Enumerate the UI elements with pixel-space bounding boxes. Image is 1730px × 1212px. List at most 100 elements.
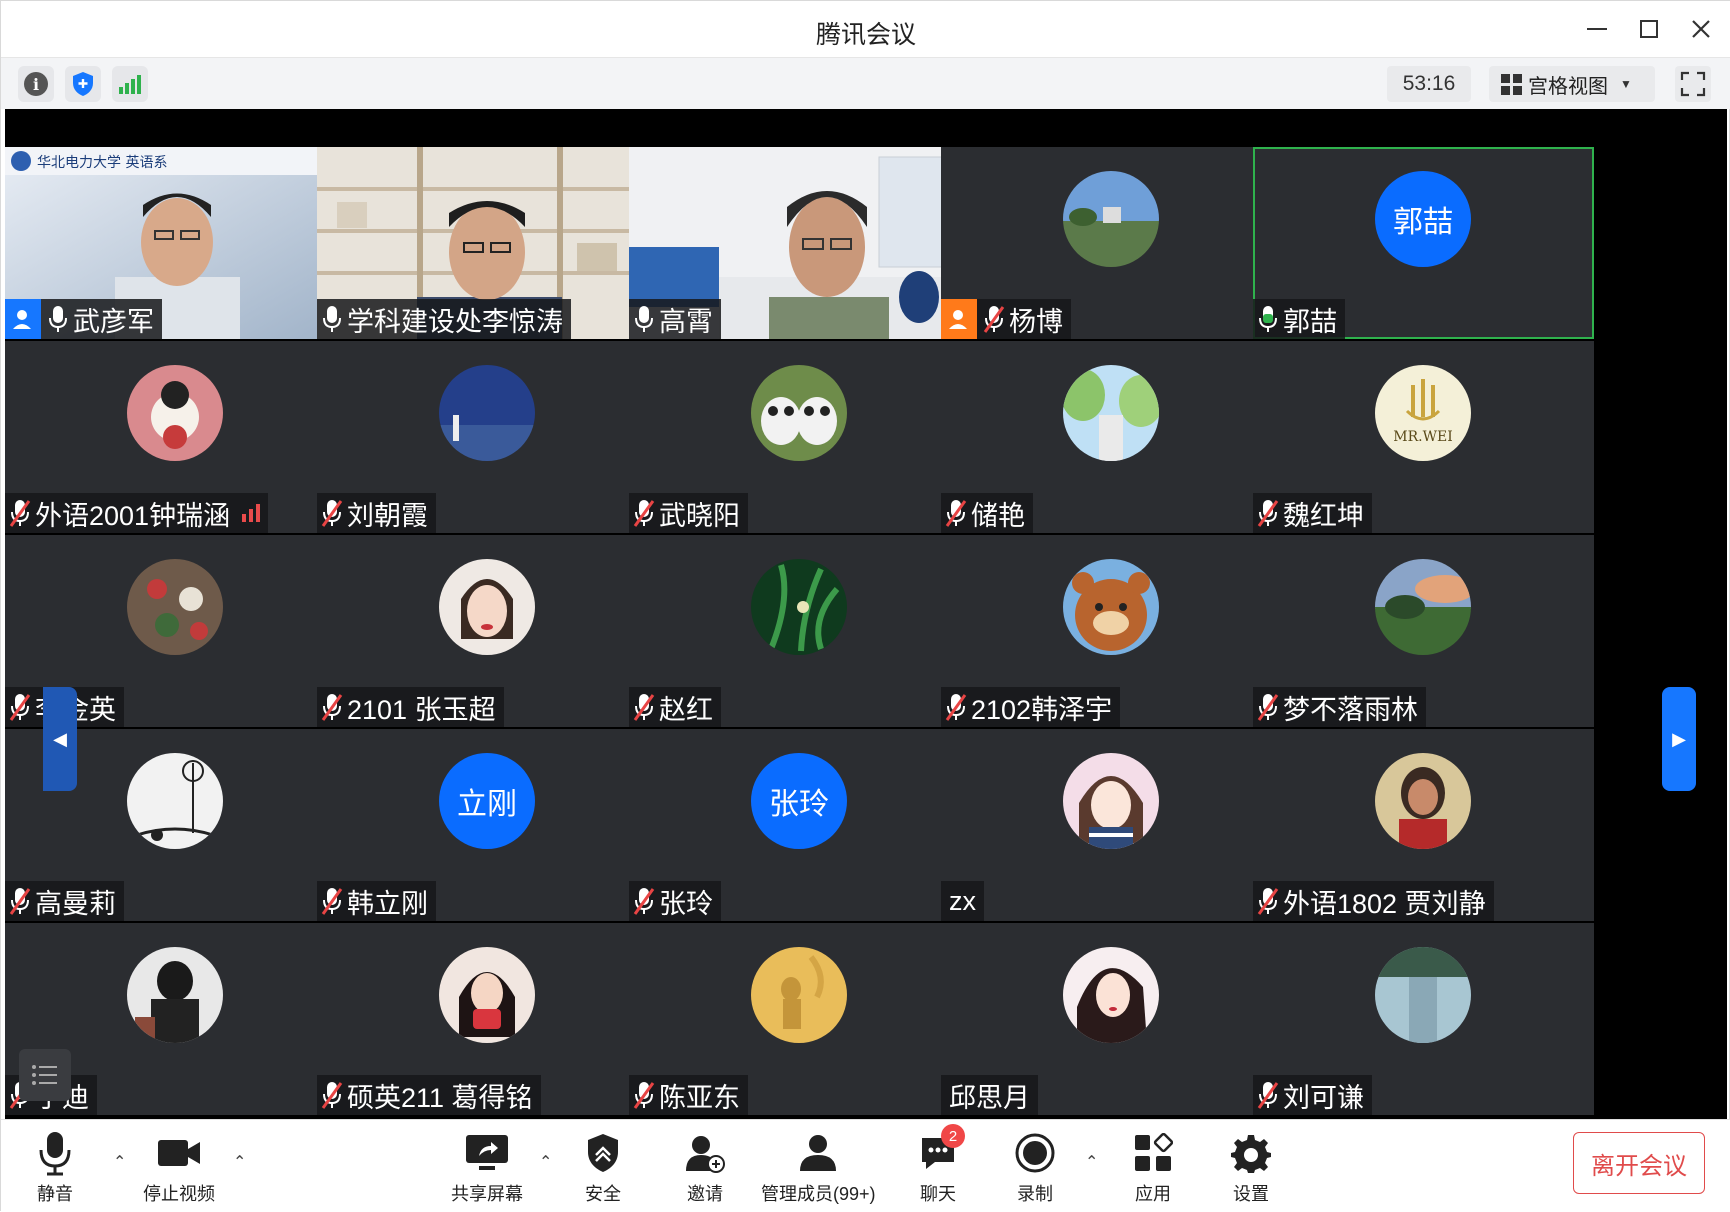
participant-tile[interactable]: zx <box>941 729 1282 921</box>
record-label: 录制 <box>1017 1184 1053 1204</box>
participant-nametag: 高曼莉 <box>5 881 124 921</box>
avatar <box>127 947 223 1043</box>
mic-muted-icon <box>633 500 655 527</box>
meeting-timer: 53:16 <box>1387 66 1471 102</box>
initials-avatar: 立刚 <box>439 753 535 849</box>
mic-muted-icon <box>321 1082 343 1109</box>
close-button[interactable] <box>1681 11 1721 47</box>
title-bar: 腾讯会议 <box>1 1 1730 57</box>
participant-tile[interactable]: 高霄 <box>629 147 970 339</box>
mic-on-icon <box>323 306 341 332</box>
participant-tile[interactable]: 刘朝霞 <box>317 341 658 533</box>
participant-tile[interactable]: 硕英211 葛得铭 <box>317 923 658 1115</box>
video-camera-icon <box>158 1140 200 1166</box>
cohost-badge <box>941 299 977 339</box>
apps-grid-icon <box>1135 1133 1173 1171</box>
participant-name: 赵红 <box>659 694 713 725</box>
share-options-chevron-icon[interactable]: ⌃ <box>539 1152 552 1172</box>
mic-muted-icon <box>1257 500 1279 527</box>
participant-nametag: 学科建设处李惊涛 <box>317 299 571 339</box>
chevron-left-icon: ◀ <box>53 728 67 749</box>
manage-members-button[interactable]: 管理成员(99+) <box>761 1128 876 1206</box>
participant-tile[interactable]: 张玲 张玲 <box>629 729 970 921</box>
apps-button[interactable]: 应用 <box>1133 1128 1173 1206</box>
participant-tile[interactable]: 华北电力大学 英语系 武彦军 <box>5 147 346 339</box>
participant-nametag: 外语1802 贾刘静 <box>1253 881 1494 921</box>
stop-video-button[interactable]: 停止视频 <box>143 1128 215 1206</box>
participant-nametag: 刘朝霞 <box>317 493 436 533</box>
invite-button[interactable]: 邀请 <box>685 1128 725 1206</box>
view-mode-dropdown[interactable]: 宫格视图 ▼ <box>1489 66 1655 102</box>
participant-nametag: 硕英211 葛得铭 <box>317 1075 541 1115</box>
fullscreen-button[interactable] <box>1675 66 1711 102</box>
signal-icon <box>119 75 141 94</box>
member-list-toggle-button[interactable] <box>19 1049 71 1101</box>
participant-tile[interactable]: 外语2001钟瑞涵 <box>5 341 346 533</box>
share-screen-button[interactable]: 共享屏幕 <box>451 1128 523 1206</box>
participant-tile-active-speaker[interactable]: 郭喆 郭喆 <box>1253 147 1594 339</box>
participant-name: 杨博 <box>1009 306 1063 337</box>
record-button[interactable]: 录制 <box>1015 1128 1055 1206</box>
participant-name: 陈亚东 <box>659 1082 740 1113</box>
mic-muted-icon <box>633 1082 655 1109</box>
mute-button[interactable]: 静音 <box>37 1128 73 1206</box>
participant-name: 武晓阳 <box>659 500 740 531</box>
participant-tile[interactable]: 2101 张玉超 <box>317 535 658 727</box>
record-options-chevron-icon[interactable]: ⌃ <box>1085 1152 1098 1172</box>
participant-nametag: 储艳 <box>941 493 1033 533</box>
avatar <box>1063 947 1159 1043</box>
avatar <box>751 559 847 655</box>
participant-tile[interactable]: 陈亚东 <box>629 923 970 1115</box>
participant-tile[interactable]: 梦不落雨林 <box>1253 535 1594 727</box>
meeting-info-button[interactable]: i <box>18 66 54 102</box>
participant-nametag: 外语2001钟瑞涵 <box>5 493 269 533</box>
share-screen-label: 共享屏幕 <box>451 1184 523 1204</box>
settings-button[interactable]: 设置 <box>1231 1128 1271 1206</box>
participant-nametag: 2101 张玉超 <box>317 687 504 727</box>
avatar <box>1375 947 1471 1043</box>
mic-muted-icon <box>1257 694 1279 721</box>
participant-tile[interactable]: MR.WEI 魏红坤 <box>1253 341 1594 533</box>
chat-button[interactable]: 2 聊天 <box>919 1124 965 1206</box>
next-page-button[interactable]: ▶ <box>1662 687 1696 791</box>
participant-tile[interactable]: 外语1802 贾刘静 <box>1253 729 1594 921</box>
participant-tile[interactable]: 武晓阳 <box>629 341 970 533</box>
participant-name: 外语2001钟瑞涵 <box>35 500 231 531</box>
participant-tile[interactable]: 2102韩泽宇 <box>941 535 1282 727</box>
participant-tile[interactable]: 储艳 <box>941 341 1282 533</box>
video-options-chevron-icon[interactable]: ⌃ <box>233 1152 246 1172</box>
participant-nametag: zx <box>941 881 984 921</box>
minimize-button[interactable] <box>1577 11 1617 47</box>
network-status-button[interactable] <box>112 66 148 102</box>
previous-page-button[interactable]: ◀ <box>43 687 77 791</box>
avatar <box>1063 365 1159 461</box>
participant-name: 张玲 <box>659 888 713 919</box>
share-screen-icon <box>466 1135 508 1170</box>
participant-tile[interactable]: 学科建设处李惊涛 <box>317 147 658 339</box>
mic-options-chevron-icon[interactable]: ⌃ <box>113 1152 126 1172</box>
maximize-button[interactable] <box>1629 11 1669 47</box>
participant-tile[interactable]: 刘可谦 <box>1253 923 1594 1115</box>
info-icon: i <box>24 72 48 96</box>
mic-speaking-icon <box>1259 306 1277 332</box>
participant-nametag: 2102韩泽宇 <box>941 687 1121 727</box>
mic-muted-icon <box>9 694 31 721</box>
chat-label: 聊天 <box>920 1184 956 1204</box>
security-status-button[interactable] <box>65 66 101 102</box>
initials-avatar: 郭喆 <box>1375 171 1471 267</box>
security-button[interactable]: 安全 <box>585 1128 621 1206</box>
leave-meeting-button[interactable]: 离开会议 <box>1573 1132 1705 1194</box>
participant-tile[interactable]: 立刚 韩立刚 <box>317 729 658 921</box>
avatar <box>751 365 847 461</box>
participant-name: 高霄 <box>659 306 713 337</box>
participant-tile[interactable]: 杨博 <box>941 147 1282 339</box>
participant-tile[interactable]: 邱思月 <box>941 923 1282 1115</box>
meeting-toolbar: 静音 ⌃ 停止视频 ⌃ 共享屏幕 ⌃ 安全 邀请 管理成员(99+) 2 聊天 … <box>1 1119 1730 1212</box>
view-mode-label: 宫格视图 <box>1528 75 1608 98</box>
mic-on-icon <box>49 306 67 332</box>
participant-tile[interactable]: 赵红 <box>629 535 970 727</box>
settings-label: 设置 <box>1233 1184 1269 1204</box>
participant-nametag: 武彦军 <box>5 299 162 339</box>
avatar <box>1063 559 1159 655</box>
security-label: 安全 <box>585 1184 621 1204</box>
